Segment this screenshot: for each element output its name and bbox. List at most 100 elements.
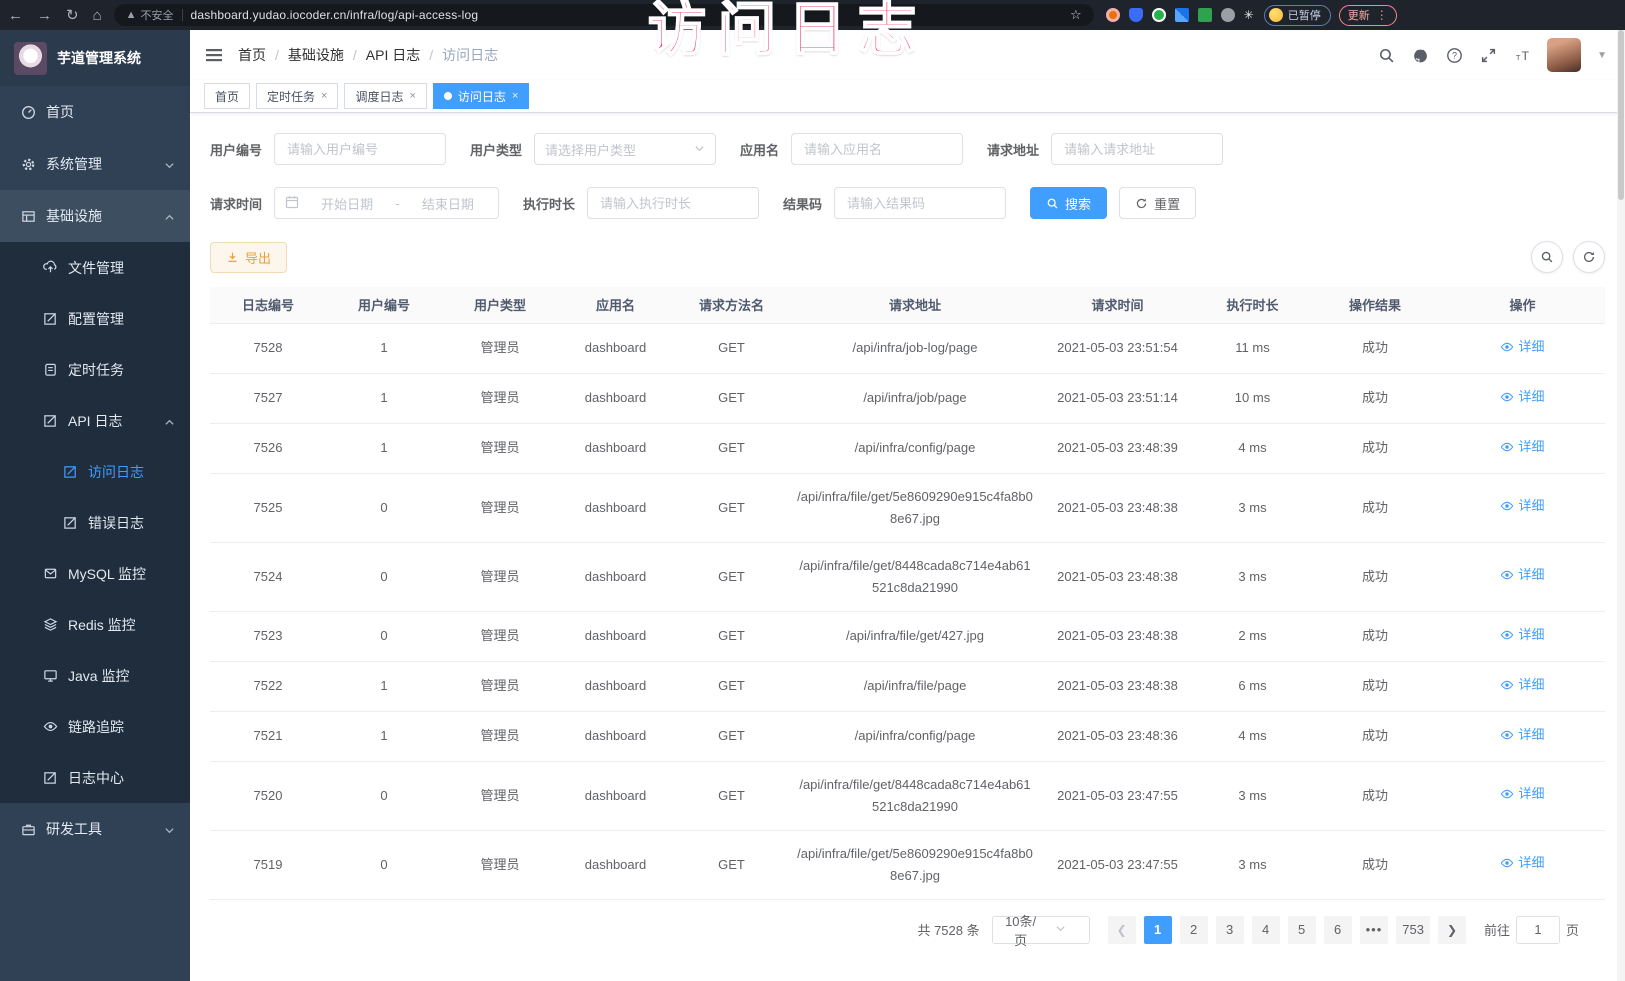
request-time-range-picker[interactable]: 开始日期 - 结束日期	[274, 187, 499, 219]
close-icon[interactable]: ×	[321, 90, 327, 102]
close-icon[interactable]: ×	[512, 90, 518, 102]
detail-link[interactable]: 详细	[1500, 564, 1544, 586]
chevron-down-icon	[164, 823, 176, 835]
tab-scheduled-jobs[interactable]: 定时任务 ×	[256, 83, 338, 109]
user-id-cell: 1	[326, 323, 442, 373]
search-button[interactable]: 搜索	[1030, 187, 1107, 219]
goto-page-input[interactable]	[1516, 916, 1560, 944]
request-url-cell: /api/infra/job-log/page	[790, 323, 1040, 373]
sidebar-item-error-log[interactable]: 错误日志	[0, 497, 190, 548]
page-number-button[interactable]: 6	[1324, 916, 1352, 944]
detail-link[interactable]: 详细	[1500, 336, 1544, 358]
address-bar[interactable]: ▲ 不安全 dashboard.yudao.iocoder.cn/infra/l…	[114, 4, 1094, 26]
sidebar-logo[interactable]: 芋道管理系统	[0, 30, 190, 86]
sidebar-item-config-management[interactable]: 配置管理	[0, 293, 190, 344]
sidebar-item-api-log[interactable]: API 日志	[0, 395, 190, 446]
detail-link[interactable]: 详细	[1500, 495, 1544, 517]
infrastructure-submenu: 文件管理 配置管理 定时任务 API 日志	[0, 242, 190, 803]
page-size-select[interactable]: 10条/页	[992, 916, 1090, 944]
detail-link[interactable]: 详细	[1500, 724, 1544, 746]
sidebar-item-access-log[interactable]: 访问日志	[0, 446, 190, 497]
profile-extension-icon[interactable]	[1221, 8, 1235, 22]
detail-link[interactable]: 详细	[1500, 783, 1544, 805]
app-name-input[interactable]	[791, 133, 963, 165]
pinwheel-extension-icon[interactable]: ✳	[1244, 8, 1254, 22]
detail-link[interactable]: 详细	[1500, 386, 1544, 408]
sidebar-item-file-management[interactable]: 文件管理	[0, 242, 190, 293]
bookmark-star-icon[interactable]: ☆	[1070, 7, 1082, 23]
avatar[interactable]	[1547, 38, 1581, 72]
detail-link[interactable]: 详细	[1500, 674, 1544, 696]
browser-reload-icon[interactable]: ↻	[66, 6, 79, 24]
browser-forward-icon[interactable]: →	[37, 7, 52, 24]
user-type-select[interactable]: 请选择用户类型	[534, 133, 716, 165]
page-number-button[interactable]: 2	[1180, 916, 1208, 944]
tab-home[interactable]: 首页	[204, 83, 250, 109]
request-time-cell: 2021-05-03 23:48:38	[1040, 473, 1195, 542]
paused-badge[interactable]: 已暂停	[1264, 5, 1331, 26]
font-size-icon[interactable]: TT	[1513, 46, 1531, 64]
sidebar-item-redis-monitor[interactable]: Redis 监控	[0, 599, 190, 650]
sidebar-item-home[interactable]: 首页	[0, 86, 190, 138]
reset-button[interactable]: 重置	[1119, 187, 1196, 219]
detail-link[interactable]: 详细	[1500, 436, 1544, 458]
result-code-input[interactable]	[834, 187, 1006, 219]
page-number-button[interactable]: 753	[1396, 916, 1430, 944]
breadcrumb-item[interactable]: 基础设施	[288, 45, 344, 65]
sidebar-item-infrastructure[interactable]: 基础设施	[0, 190, 190, 242]
breadcrumb-item[interactable]: API 日志	[366, 45, 420, 65]
sidebar-item-scheduled-jobs[interactable]: 定时任务	[0, 344, 190, 395]
browser-home-icon[interactable]: ⌂	[93, 7, 102, 24]
sidebar-item-dev-tools[interactable]: 研发工具	[0, 803, 190, 855]
user-id-input[interactable]	[274, 133, 446, 165]
column-header: 用户编号	[326, 287, 442, 323]
request-url-input[interactable]	[1051, 133, 1223, 165]
duration-cell: 3 ms	[1195, 473, 1310, 542]
search-icon[interactable]	[1377, 46, 1395, 64]
eye-icon	[1500, 568, 1514, 582]
sidebar-menu: 首页 系统管理 基础设施 文件管理	[0, 86, 190, 855]
extension-icon[interactable]	[1106, 8, 1120, 22]
sidebar-item-log-center[interactable]: 日志中心	[0, 752, 190, 803]
browser-back-icon[interactable]: ←	[8, 7, 23, 24]
page-number-button[interactable]: 1	[1144, 916, 1172, 944]
prev-page-button[interactable]: ❮	[1108, 916, 1136, 944]
close-icon[interactable]: ×	[409, 90, 415, 102]
show-search-toggle-button[interactable]	[1531, 241, 1563, 273]
sidebar-item-trace[interactable]: 链路追踪	[0, 701, 190, 752]
shield-extension-icon[interactable]	[1129, 8, 1143, 22]
page-number-button[interactable]: 3	[1216, 916, 1244, 944]
detail-link[interactable]: 详细	[1500, 624, 1544, 646]
request-url-cell: /api/infra/file/get/427.jpg	[790, 611, 1040, 661]
next-page-button[interactable]: ❯	[1438, 916, 1466, 944]
refresh-table-button[interactable]	[1573, 241, 1605, 273]
fullscreen-icon[interactable]	[1479, 46, 1497, 64]
page-number-button[interactable]: 5	[1288, 916, 1316, 944]
tab-access-log[interactable]: 访问日志 ×	[433, 83, 529, 109]
detail-link[interactable]: 详细	[1500, 852, 1544, 874]
sidebar-item-mysql-monitor[interactable]: MySQL 监控	[0, 548, 190, 599]
chevron-down-icon[interactable]: ▼	[1597, 50, 1607, 61]
export-button[interactable]: 导出	[210, 242, 287, 273]
puzzle-extension-icon[interactable]	[1175, 8, 1189, 22]
browser-update-button[interactable]: 更新 ⋮	[1339, 5, 1397, 26]
sidebar-item-system[interactable]: 系统管理	[0, 138, 190, 190]
breadcrumb-item[interactable]: 首页	[238, 45, 266, 65]
scrollbar-thumb[interactable]	[1618, 30, 1624, 200]
github-icon[interactable]	[1411, 46, 1429, 64]
download-icon	[226, 251, 239, 264]
duration-input[interactable]	[587, 187, 759, 219]
page-number-button[interactable]: •••	[1360, 916, 1389, 944]
scrollbar[interactable]	[1617, 30, 1625, 981]
tab-schedule-log[interactable]: 调度日志 ×	[344, 83, 426, 109]
page-number-button[interactable]: 4	[1252, 916, 1280, 944]
user-type-cell: 管理员	[442, 611, 558, 661]
sidebar-item-java-monitor[interactable]: Java 监控	[0, 650, 190, 701]
extension-icon[interactable]	[1198, 8, 1212, 22]
sidebar-toggle-icon[interactable]	[204, 45, 224, 65]
security-warning[interactable]: ▲ 不安全	[126, 7, 174, 23]
extension-icon[interactable]	[1152, 8, 1166, 22]
help-icon[interactable]: ?	[1445, 46, 1463, 64]
app-name-cell: dashboard	[558, 830, 673, 899]
browser-menu-icon[interactable]: ⋮	[1376, 8, 1388, 22]
